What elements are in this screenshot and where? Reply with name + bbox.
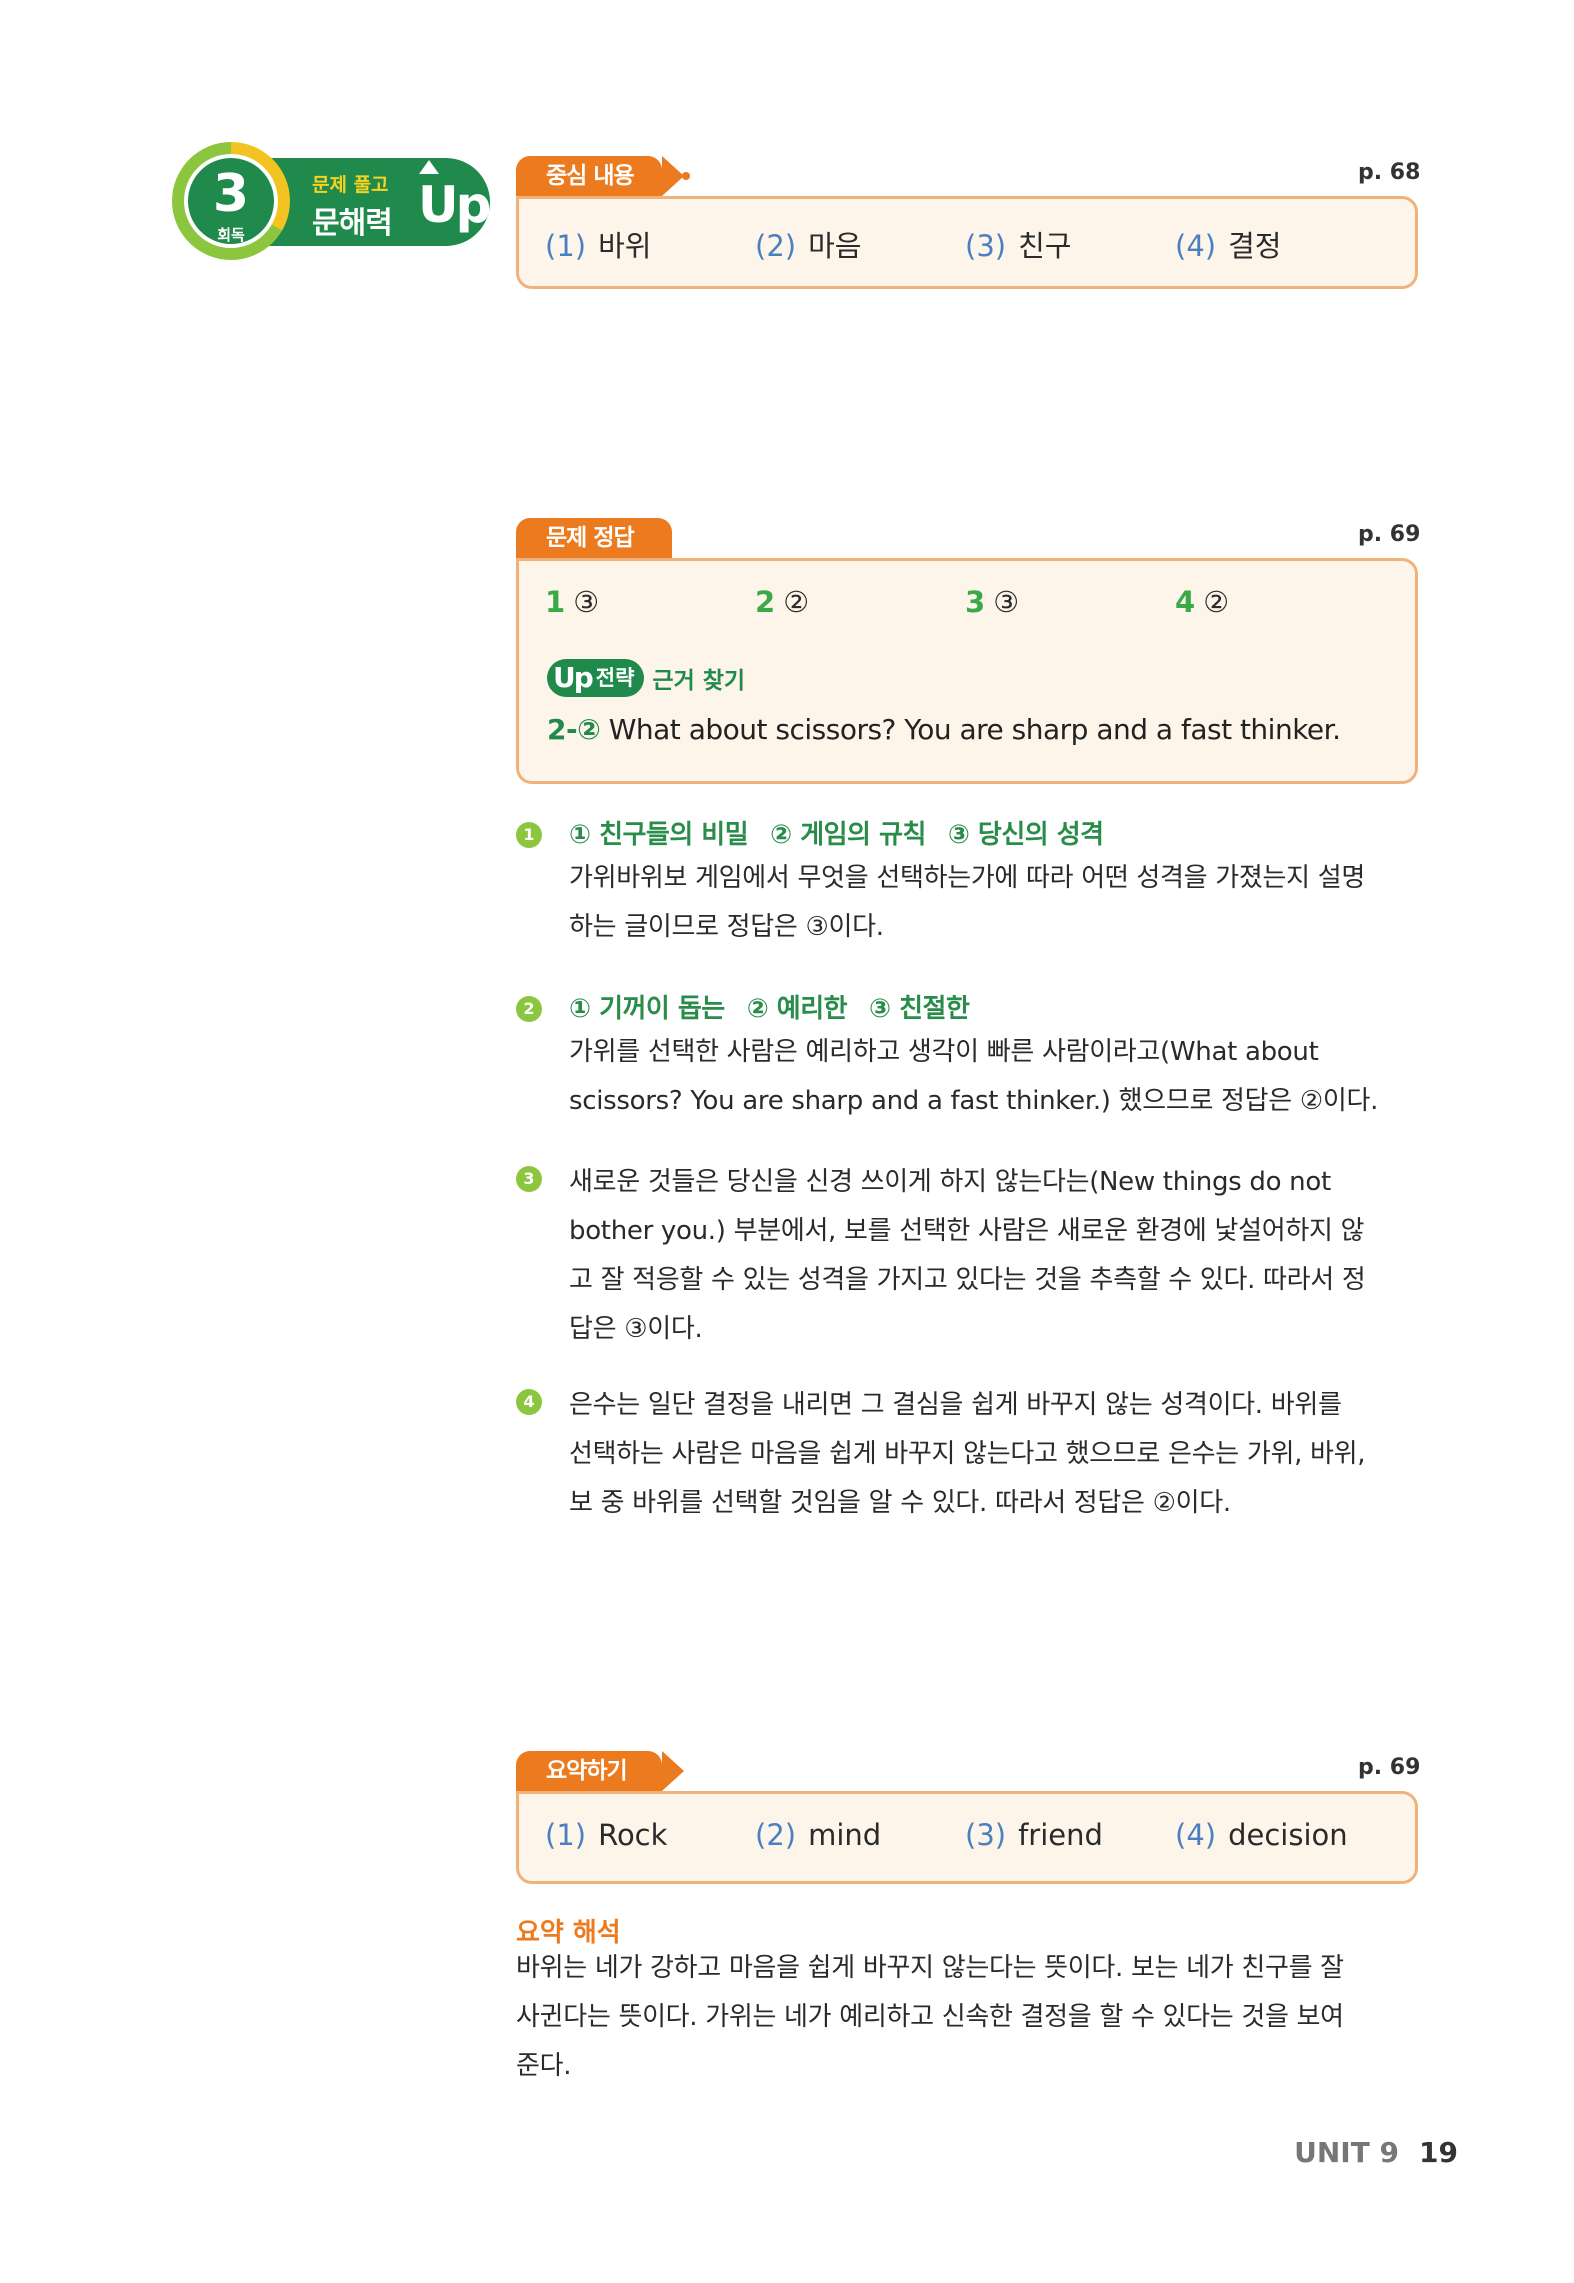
badge-line2: 문해력 [312, 206, 393, 241]
page-ref: p. 69 [1358, 1755, 1421, 1780]
explanation-2: 2 ① 기꺼이 돕는 ② 예리한 ③ 친절한 가위를 선택한 사람은 예리하고 생각… [516, 988, 1418, 1128]
explanation-3: 3 새로운 것들은 당신을 신경 쓰이게 하지 않는다는(New things … [516, 1158, 1418, 1358]
badge-ring: 3 회독 [172, 142, 290, 260]
badge-up: Up [418, 176, 491, 234]
badge-inner: 3 회독 [184, 154, 278, 248]
summary-translation-text: 바위는 네가 강하고 마음을 쉽게 바꾸지 않는다는 뜻이다. 보는 네가 친구… [516, 1953, 1344, 2081]
main-idea-item: (1) 바위 [545, 229, 652, 263]
round-label: 회독 [217, 226, 245, 244]
page-ref: p. 69 [1358, 522, 1421, 547]
page-ref: p. 68 [1358, 160, 1421, 185]
round-badge: 3 회독 문제 풀고 문해력 Up [172, 142, 491, 260]
answer-item: 3③ [965, 585, 1020, 619]
explanation-text: 가위바위보 게임에서 무엇을 선택하는가에 따라 어떤 성격을 가졌는지 설명 … [569, 863, 1365, 942]
unit-label: UNIT 9 [1294, 2136, 1400, 2169]
tab-dot [682, 172, 690, 180]
answers-row: 1③ 2② 3③ 4② [519, 585, 1415, 619]
badge-line1: 문제 풀고 [312, 174, 389, 196]
explanation-choices: ① 친구들의 비밀 ② 게임의 규칙 ③ 당신의 성격 [569, 820, 1104, 850]
main-idea-item: (2) 마음 [755, 229, 862, 263]
main-idea-item: (4) 결정 [1175, 229, 1282, 263]
main-idea-row: (1) 바위 (2) 마음 (3) 친구 (4) 결정 [519, 223, 1415, 265]
main-idea-box: (1) 바위 (2) 마음 (3) 친구 (4) 결정 [516, 196, 1418, 289]
summary-item: (4) decision [1175, 1818, 1348, 1852]
answer-item: 2② [755, 585, 810, 619]
summary-box: (1) Rock (2) mind (3) friend (4) decision [516, 1791, 1418, 1884]
summary-row: (1) Rock (2) mind (3) friend (4) decision [519, 1818, 1415, 1852]
main-idea-item: (3) 친구 [965, 229, 1072, 263]
number-2-icon: 2 [516, 996, 542, 1022]
explanation-1: 1 ① 친구들의 비밀 ② 게임의 규칙 ③ 당신의 성격 가위바위보 게임에서 무… [516, 814, 1418, 954]
explanation-text: 새로운 것들은 당신을 신경 쓰이게 하지 않는다는(New things do… [569, 1167, 1366, 1344]
round-number: 3 [212, 164, 250, 224]
number-3-icon: 3 [516, 1166, 542, 1192]
strategy-up: Up [553, 661, 594, 694]
evidence-prefix: 2-② [547, 713, 601, 746]
evidence-text: What about scissors? You are sharp and a… [608, 713, 1341, 746]
answer-item: 1③ [545, 585, 600, 619]
up-arrow-icon [419, 160, 439, 174]
number-4-icon: 4 [516, 1389, 542, 1415]
section-tab-summary: 요약하기 [516, 1751, 684, 1791]
summary-item: (1) Rock [545, 1818, 668, 1852]
explanation-choices: ① 기꺼이 돕는 ② 예리한 ③ 친절한 [569, 994, 970, 1024]
section-tab-main-idea: 중심 내용 [516, 156, 684, 196]
strategy-pill-label: 전략 [595, 666, 635, 690]
page-footer: UNIT 9 19 [1294, 2136, 1458, 2169]
explanation-text: 은수는 일단 결정을 내리면 그 결심을 쉽게 바꾸지 않는 성격이다. 바위를… [569, 1390, 1366, 1518]
summary-item: (3) friend [965, 1818, 1103, 1852]
evidence-line: 2-② What about scissors? You are sharp a… [547, 713, 1341, 746]
strategy-tag: Up 전략 근거 찾기 [547, 659, 745, 697]
answer-item: 4② [1175, 585, 1230, 619]
strategy-label: 근거 찾기 [652, 668, 746, 694]
summary-item: (2) mind [755, 1818, 882, 1852]
answers-box: 1③ 2② 3③ 4② Up 전략 근거 찾기 2-② What about s… [516, 558, 1418, 784]
page-number: 19 [1419, 2136, 1458, 2169]
explanation-text: 가위를 선택한 사람은 예리하고 생각이 빠른 사람이라고(What about… [569, 1037, 1379, 1116]
strategy-pill: Up 전략 [547, 659, 645, 697]
section-tab-answers: 문제 정답 [516, 518, 672, 558]
number-1-icon: 1 [516, 822, 542, 848]
explanation-4: 4 은수는 일단 결정을 내리면 그 결심을 쉽게 바꾸지 않는 성격이다. 바… [516, 1381, 1418, 1531]
